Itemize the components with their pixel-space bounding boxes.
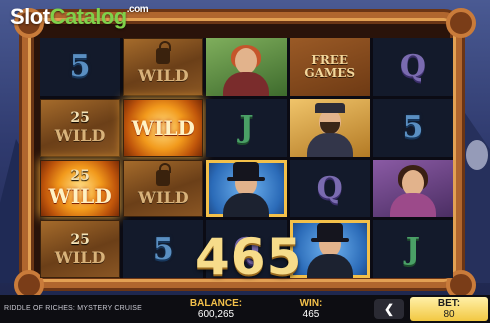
wild-label: WILD [138,187,189,207]
symbol-wild: 25 WILD [40,159,121,218]
site-logo: SlotCatalog.com [10,4,149,30]
wild-multiplier: 25 [70,168,90,185]
portrait-hat [310,222,349,242]
symbol-letter: J [206,98,287,157]
back-button[interactable]: ❮ [374,299,404,319]
win-value: 465 [302,309,320,320]
symbol-wild: WILD [123,159,204,218]
wild-label: WILD [54,247,106,267]
portrait-head [401,169,424,196]
logo-slot: Slot [10,4,50,29]
symbol-letter-text: J [239,110,254,146]
free-games-text: GAMES [304,65,356,80]
wild-multiplier: 25 [70,231,90,248]
balance-display: BALANCE: 600,265 [186,298,246,320]
portrait-body [306,254,353,278]
symbol-letter-text: 5 [69,49,91,85]
bet-value: 80 [443,309,455,320]
symbol-wild: WILD [123,38,204,96]
logo-catalog: Catalog [49,4,128,29]
win-amount-display: 465 [195,228,303,286]
win-display: WIN: 465 [286,298,336,320]
symbol-portrait-detective-top-hat [206,159,287,218]
portrait-body [223,71,270,96]
symbol-letter-text: Q [399,49,426,85]
symbol-letter: 5 [123,220,204,278]
bet-label: BET: [437,298,461,309]
portrait-body [223,193,270,218]
frame-ornament-top-right [446,8,476,38]
symbol-portrait-redhead-woman [206,38,287,96]
portrait-hat [314,103,345,114]
portrait-head [235,48,258,75]
symbol-wild: 25 WILD [40,98,121,157]
symbol-wild: WILD [123,98,204,157]
moon [466,140,488,170]
symbol-letter: Q [289,159,370,218]
wild-multiplier: 25 [70,110,90,127]
wild-label: WILD [138,66,189,86]
keyhole-icon [156,41,172,65]
win-label: WIN: [299,298,323,309]
portrait-body [389,193,436,218]
symbol-letter-text: J [405,231,420,267]
wild-label: WILD [54,126,106,146]
chevron-left-icon: ❮ [383,302,395,316]
game-title: RIDDLE OF RICHES: MYSTERY CRUISE [4,305,142,312]
symbol-letter: J [372,220,453,278]
wild-label: WILD [48,184,112,209]
symbol-portrait-lady-purple [372,159,453,218]
portrait-hat [227,161,266,181]
logo-suffix: .com [126,4,149,15]
symbol-letter-text: Q [316,170,343,206]
portrait-body [306,132,353,157]
balance-value: 600,265 [197,309,235,320]
symbol-letter: 5 [372,98,453,157]
free-games-text: FREE [311,52,349,67]
symbol-portrait-bearded-sailor [289,98,370,157]
status-bar: RIDDLE OF RICHES: MYSTERY CRUISE BALANCE… [0,295,490,323]
keyhole-icon [156,162,172,186]
symbol-letter-text: 5 [402,110,424,146]
symbol-letter: 5 [40,38,121,96]
symbol-letter: Q [372,38,453,96]
balance-label: BALANCE: [189,298,243,309]
symbol-wild: 25 WILD [40,220,121,278]
symbol-free-games: FREE GAMES [289,38,370,96]
bet-button[interactable]: BET: 80 [410,297,488,321]
wild-label: WILD [131,115,195,140]
symbol-letter-text: 5 [152,231,174,267]
